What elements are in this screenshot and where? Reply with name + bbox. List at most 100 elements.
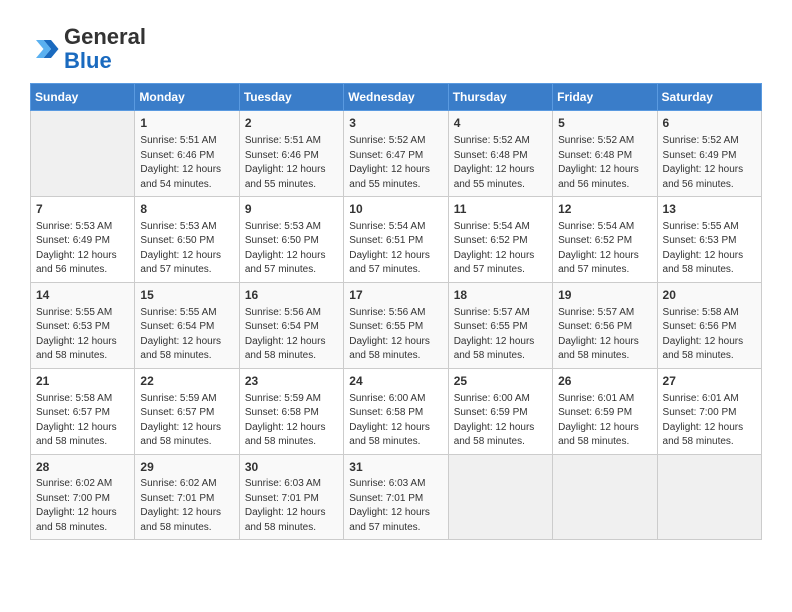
day-content: Sunrise: 5:56 AM Sunset: 6:55 PM Dayligh…	[349, 306, 442, 364]
day-number: 23	[245, 373, 338, 390]
day-number: 29	[140, 459, 233, 476]
calendar-cell: 3 Sunrise: 5:52 AM Sunset: 6:47 PM Daylig…	[344, 111, 448, 197]
calendar-cell: 11Sunrise: 5:54 AM Sunset: 6:52 PM Dayli…	[448, 197, 552, 283]
calendar-cell: 6 Sunrise: 5:52 AM Sunset: 6:49 PM Daylig…	[657, 111, 761, 197]
day-number: 4	[454, 115, 547, 132]
day-content: Sunrise: 5:52 AM Sunset: 6:48 PM Dayligh…	[558, 134, 651, 192]
day-number: 20	[663, 287, 756, 304]
day-number: 8	[140, 201, 233, 218]
calendar-cell: 1 Sunrise: 5:51 AM Sunset: 6:46 PM Daylig…	[135, 111, 239, 197]
day-number: 27	[663, 373, 756, 390]
header-cell: Tuesday	[239, 84, 343, 111]
calendar-cell: 30Sunrise: 6:03 AM Sunset: 7:01 PM Dayli…	[239, 454, 343, 540]
day-content: Sunrise: 5:57 AM Sunset: 6:55 PM Dayligh…	[454, 306, 547, 364]
header-cell: Friday	[553, 84, 657, 111]
calendar-table: SundayMondayTuesdayWednesdayThursdayFrid…	[30, 83, 762, 540]
day-content: Sunrise: 5:51 AM Sunset: 6:46 PM Dayligh…	[245, 134, 338, 192]
calendar-cell: 9Sunrise: 5:53 AM Sunset: 6:50 PM Daylig…	[239, 197, 343, 283]
day-content: Sunrise: 5:56 AM Sunset: 6:54 PM Dayligh…	[245, 306, 338, 364]
day-number: 5	[558, 115, 651, 132]
calendar-cell: 7Sunrise: 5:53 AM Sunset: 6:49 PM Daylig…	[31, 197, 135, 283]
calendar-cell: 5 Sunrise: 5:52 AM Sunset: 6:48 PM Daylig…	[553, 111, 657, 197]
day-content: Sunrise: 5:59 AM Sunset: 6:57 PM Dayligh…	[140, 392, 233, 450]
calendar-week-row: 21Sunrise: 5:58 AM Sunset: 6:57 PM Dayli…	[31, 368, 762, 454]
day-content: Sunrise: 5:52 AM Sunset: 6:49 PM Dayligh…	[663, 134, 756, 192]
day-content: Sunrise: 5:52 AM Sunset: 6:47 PM Dayligh…	[349, 134, 442, 192]
page-header: General Blue	[30, 20, 762, 73]
logo-icon	[30, 34, 60, 64]
day-content: Sunrise: 5:59 AM Sunset: 6:58 PM Dayligh…	[245, 392, 338, 450]
day-number: 1	[140, 115, 233, 132]
logo-text: General Blue	[64, 25, 146, 73]
calendar-cell	[553, 454, 657, 540]
calendar-cell: 20 Sunrise: 5:58 AM Sunset: 6:56 PM Dayli…	[657, 282, 761, 368]
calendar-week-row: 14 Sunrise: 5:55 AM Sunset: 6:53 PM Dayli…	[31, 282, 762, 368]
day-number: 12	[558, 201, 651, 218]
header-cell: Sunday	[31, 84, 135, 111]
calendar-cell: 21Sunrise: 5:58 AM Sunset: 6:57 PM Dayli…	[31, 368, 135, 454]
calendar-week-row: 1 Sunrise: 5:51 AM Sunset: 6:46 PM Daylig…	[31, 111, 762, 197]
calendar-cell: 18 Sunrise: 5:57 AM Sunset: 6:55 PM Dayli…	[448, 282, 552, 368]
header-cell: Monday	[135, 84, 239, 111]
day-number: 30	[245, 459, 338, 476]
day-content: Sunrise: 5:51 AM Sunset: 6:46 PM Dayligh…	[140, 134, 233, 192]
day-content: Sunrise: 6:00 AM Sunset: 6:59 PM Dayligh…	[454, 392, 547, 450]
day-number: 21	[36, 373, 129, 390]
calendar-cell: 4 Sunrise: 5:52 AM Sunset: 6:48 PM Daylig…	[448, 111, 552, 197]
day-content: Sunrise: 5:54 AM Sunset: 6:51 PM Dayligh…	[349, 220, 442, 278]
calendar-cell: 12 Sunrise: 5:54 AM Sunset: 6:52 PM Dayli…	[553, 197, 657, 283]
day-content: Sunrise: 5:54 AM Sunset: 6:52 PM Dayligh…	[454, 220, 547, 278]
calendar-cell	[448, 454, 552, 540]
calendar-cell: 17 Sunrise: 5:56 AM Sunset: 6:55 PM Dayli…	[344, 282, 448, 368]
calendar-week-row: 28Sunrise: 6:02 AM Sunset: 7:00 PM Dayli…	[31, 454, 762, 540]
day-content: Sunrise: 6:01 AM Sunset: 6:59 PM Dayligh…	[558, 392, 651, 450]
day-number: 14	[36, 287, 129, 304]
day-content: Sunrise: 5:54 AM Sunset: 6:52 PM Dayligh…	[558, 220, 651, 278]
day-content: Sunrise: 5:58 AM Sunset: 6:56 PM Dayligh…	[663, 306, 756, 364]
calendar-cell: 27Sunrise: 6:01 AM Sunset: 7:00 PM Dayli…	[657, 368, 761, 454]
day-number: 15	[140, 287, 233, 304]
calendar-cell: 29Sunrise: 6:02 AM Sunset: 7:01 PM Dayli…	[135, 454, 239, 540]
day-number: 19	[558, 287, 651, 304]
day-number: 3	[349, 115, 442, 132]
day-number: 18	[454, 287, 547, 304]
day-content: Sunrise: 5:55 AM Sunset: 6:54 PM Dayligh…	[140, 306, 233, 364]
day-number: 26	[558, 373, 651, 390]
day-content: Sunrise: 5:53 AM Sunset: 6:50 PM Dayligh…	[140, 220, 233, 278]
header-cell: Saturday	[657, 84, 761, 111]
calendar-cell: 28Sunrise: 6:02 AM Sunset: 7:00 PM Dayli…	[31, 454, 135, 540]
day-content: Sunrise: 6:00 AM Sunset: 6:58 PM Dayligh…	[349, 392, 442, 450]
day-number: 28	[36, 459, 129, 476]
day-content: Sunrise: 6:02 AM Sunset: 7:01 PM Dayligh…	[140, 477, 233, 535]
calendar-cell: 15 Sunrise: 5:55 AM Sunset: 6:54 PM Dayli…	[135, 282, 239, 368]
calendar-cell: 13Sunrise: 5:55 AM Sunset: 6:53 PM Dayli…	[657, 197, 761, 283]
day-number: 6	[663, 115, 756, 132]
day-number: 17	[349, 287, 442, 304]
calendar-cell: 22Sunrise: 5:59 AM Sunset: 6:57 PM Dayli…	[135, 368, 239, 454]
day-content: Sunrise: 5:53 AM Sunset: 6:50 PM Dayligh…	[245, 220, 338, 278]
day-number: 16	[245, 287, 338, 304]
calendar-cell: 16 Sunrise: 5:56 AM Sunset: 6:54 PM Dayli…	[239, 282, 343, 368]
calendar-cell: 31Sunrise: 6:03 AM Sunset: 7:01 PM Dayli…	[344, 454, 448, 540]
day-content: Sunrise: 5:57 AM Sunset: 6:56 PM Dayligh…	[558, 306, 651, 364]
day-number: 10	[349, 201, 442, 218]
calendar-cell: 24 Sunrise: 6:00 AM Sunset: 6:58 PM Dayli…	[344, 368, 448, 454]
day-content: Sunrise: 6:03 AM Sunset: 7:01 PM Dayligh…	[349, 477, 442, 535]
calendar-cell: 14 Sunrise: 5:55 AM Sunset: 6:53 PM Dayli…	[31, 282, 135, 368]
header-cell: Wednesday	[344, 84, 448, 111]
calendar-cell	[31, 111, 135, 197]
day-number: 24	[349, 373, 442, 390]
day-number: 25	[454, 373, 547, 390]
calendar-cell: 2 Sunrise: 5:51 AM Sunset: 6:46 PM Daylig…	[239, 111, 343, 197]
day-content: Sunrise: 5:52 AM Sunset: 6:48 PM Dayligh…	[454, 134, 547, 192]
calendar-cell: 10 Sunrise: 5:54 AM Sunset: 6:51 PM Dayli…	[344, 197, 448, 283]
calendar-cell: 26 Sunrise: 6:01 AM Sunset: 6:59 PM Dayli…	[553, 368, 657, 454]
calendar-week-row: 7Sunrise: 5:53 AM Sunset: 6:49 PM Daylig…	[31, 197, 762, 283]
day-number: 2	[245, 115, 338, 132]
logo: General Blue	[30, 25, 146, 73]
calendar-cell: 8 Sunrise: 5:53 AM Sunset: 6:50 PM Daylig…	[135, 197, 239, 283]
day-number: 7	[36, 201, 129, 218]
calendar-cell: 25 Sunrise: 6:00 AM Sunset: 6:59 PM Dayli…	[448, 368, 552, 454]
day-content: Sunrise: 5:55 AM Sunset: 6:53 PM Dayligh…	[36, 306, 129, 364]
calendar-cell	[657, 454, 761, 540]
